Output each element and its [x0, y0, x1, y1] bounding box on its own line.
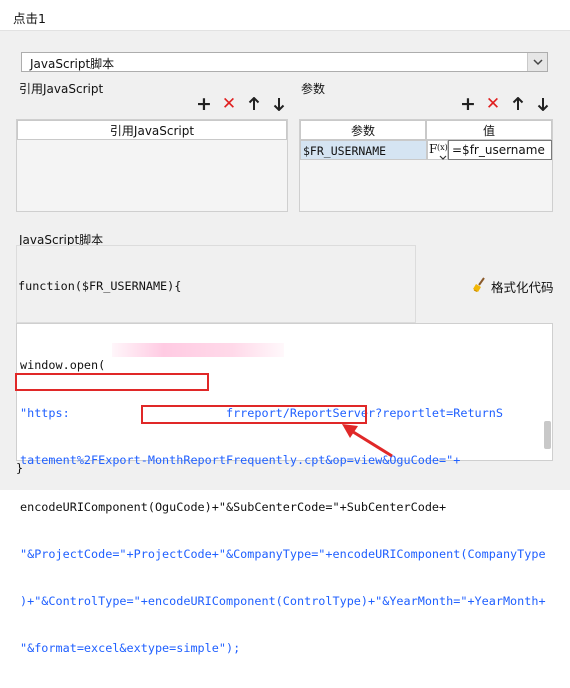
param-value-input[interactable]: =$fr_username	[448, 140, 552, 160]
dialog-title: 点击1	[13, 11, 46, 26]
arrow-up-icon[interactable]	[510, 96, 526, 112]
format-code-button[interactable]: 格式化代码	[472, 277, 554, 296]
script-type-value: JavaScript脚本	[30, 57, 115, 71]
code-line: window.open(	[20, 358, 106, 373]
chevron-down-icon[interactable]	[527, 53, 547, 71]
dialog-title-bar: 点击1	[0, 0, 570, 31]
refs-column-header: 引用JavaScript	[17, 120, 287, 140]
code-editor[interactable]: window.open( "https: frreport/ReportServ…	[16, 323, 553, 655]
editor-scrollbar-thumb[interactable]	[544, 421, 551, 449]
params-toolbar: + ✕	[460, 93, 551, 115]
refs-section-label: 引用JavaScript	[19, 82, 104, 96]
annotation-arrow	[342, 424, 393, 458]
params-table: 参数 值 $FR_USERNAME F (x) =$fr_username	[299, 119, 553, 212]
code-line: tatement%2FExport-MonthReportFrequently.…	[20, 452, 461, 467]
refs-table: 引用JavaScript	[16, 119, 288, 212]
param-name-cell[interactable]: $FR_USERNAME	[300, 140, 427, 160]
code-line: "&format=excel&extype=simple");	[20, 641, 241, 656]
highlight-box	[15, 373, 209, 391]
fx-formula-button[interactable]: F (x)	[427, 140, 448, 160]
refs-toolbar: + ✕	[196, 93, 287, 115]
function-header-panel: function($FR_USERNAME){	[16, 245, 416, 323]
function-header: function($FR_USERNAME){	[18, 279, 182, 293]
plus-icon[interactable]: +	[196, 93, 212, 115]
format-code-label: 格式化代码	[491, 280, 554, 295]
params-column-value: 值	[426, 120, 552, 140]
params-column-name: 参数	[300, 120, 426, 140]
script-type-select[interactable]: JavaScript脚本	[21, 52, 548, 72]
code-line: encodeURIComponent(OguCode)+"&SubCenterC…	[20, 499, 447, 514]
function-closing-brace: }	[16, 461, 24, 475]
cross-icon[interactable]: ✕	[221, 94, 237, 114]
arrow-up-icon[interactable]	[246, 96, 262, 112]
arrow-down-icon[interactable]	[535, 96, 551, 112]
code-line: )+"&ControlType="+encodeURIComponent(Con…	[20, 593, 546, 608]
arrow-down-icon[interactable]	[271, 96, 287, 112]
cross-icon[interactable]: ✕	[485, 94, 501, 114]
plus-icon[interactable]: +	[460, 93, 476, 115]
broom-icon	[472, 277, 487, 296]
params-section-label: 参数	[301, 82, 326, 96]
code-line: "&ProjectCode="+ProjectCode+"&CompanyTyp…	[20, 546, 546, 561]
redacted-region	[112, 343, 284, 357]
